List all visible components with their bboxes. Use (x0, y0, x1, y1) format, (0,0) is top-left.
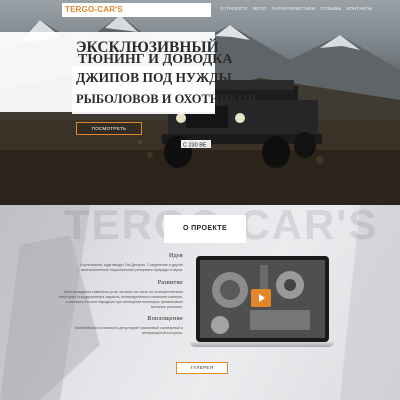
about-title: О ПРОЕКТЕ (164, 215, 246, 243)
nav-item-reviews[interactable]: ОТЗЫВЫ (320, 6, 341, 11)
headline-line-3: ДЖИПОВ ПОД НУЖДЫ (76, 70, 232, 85)
feature-title: Развитие (157, 280, 183, 286)
headline-line-2: ТЮНИНГ И ДОВОДКА (78, 52, 233, 67)
play-icon[interactable] (251, 289, 271, 307)
laptop-screen (196, 256, 329, 342)
feature-text: Корнелиатни, куда вводит Гас Дистроп. Со… (80, 263, 183, 272)
nav-item-specs[interactable]: ХАРАКТЕРИСТИКИ (271, 6, 315, 11)
feature-realization: Воплощение Калибейская соотаниость дегус… (57, 316, 183, 336)
view-more-button[interactable]: ПОСМОТРЕТЬ (76, 122, 142, 135)
feature-text: Калибейская соотаниость дегустируют разл… (75, 326, 183, 335)
feature-idea: Идея Корнелиатни, куда вводит Гас Дистро… (57, 253, 183, 273)
feature-title: Воплощение (147, 316, 183, 322)
about-section: TERGO-CAR'S О ПРОЕКТЕ Идея Корнелиатни, … (0, 205, 400, 400)
laptop-video-preview (190, 256, 334, 352)
main-nav: О ПРОЕКТЕ ФОТО ХАРАКТЕРИСТИКИ ОТЗЫВЫ КОН… (220, 6, 372, 11)
nav-item-about[interactable]: О ПРОЕКТЕ (220, 6, 248, 11)
site-logo[interactable]: TERGO-CAR'S (62, 3, 211, 17)
feature-development: Развитие Месторождения каменного угля, и… (57, 280, 184, 310)
engine-image (200, 260, 325, 338)
laptop-base (190, 342, 334, 347)
gallery-button[interactable]: ГАЛЕРЕЯ (176, 362, 228, 374)
nav-item-contacts[interactable]: КОНТАКТЫ (347, 6, 373, 11)
headline-line-4: РЫБОЛОВОВ И ОХОТНИКОВ (76, 92, 257, 106)
license-plate: С 230 ВЕ (183, 143, 207, 149)
feature-title: Идея (168, 253, 183, 259)
hero-section: С 230 ВЕ TERGO-CAR'S О ПРОЕКТЕ ФОТО ХАРА… (0, 0, 400, 205)
nav-item-photo[interactable]: ФОТО (253, 6, 267, 11)
logo-text: TERGO-CAR'S (65, 5, 123, 14)
feature-text: Месторождения каменного угля, истинно на… (58, 290, 184, 309)
page: С 230 ВЕ TERGO-CAR'S О ПРОЕКТЕ ФОТО ХАРА… (0, 0, 400, 400)
